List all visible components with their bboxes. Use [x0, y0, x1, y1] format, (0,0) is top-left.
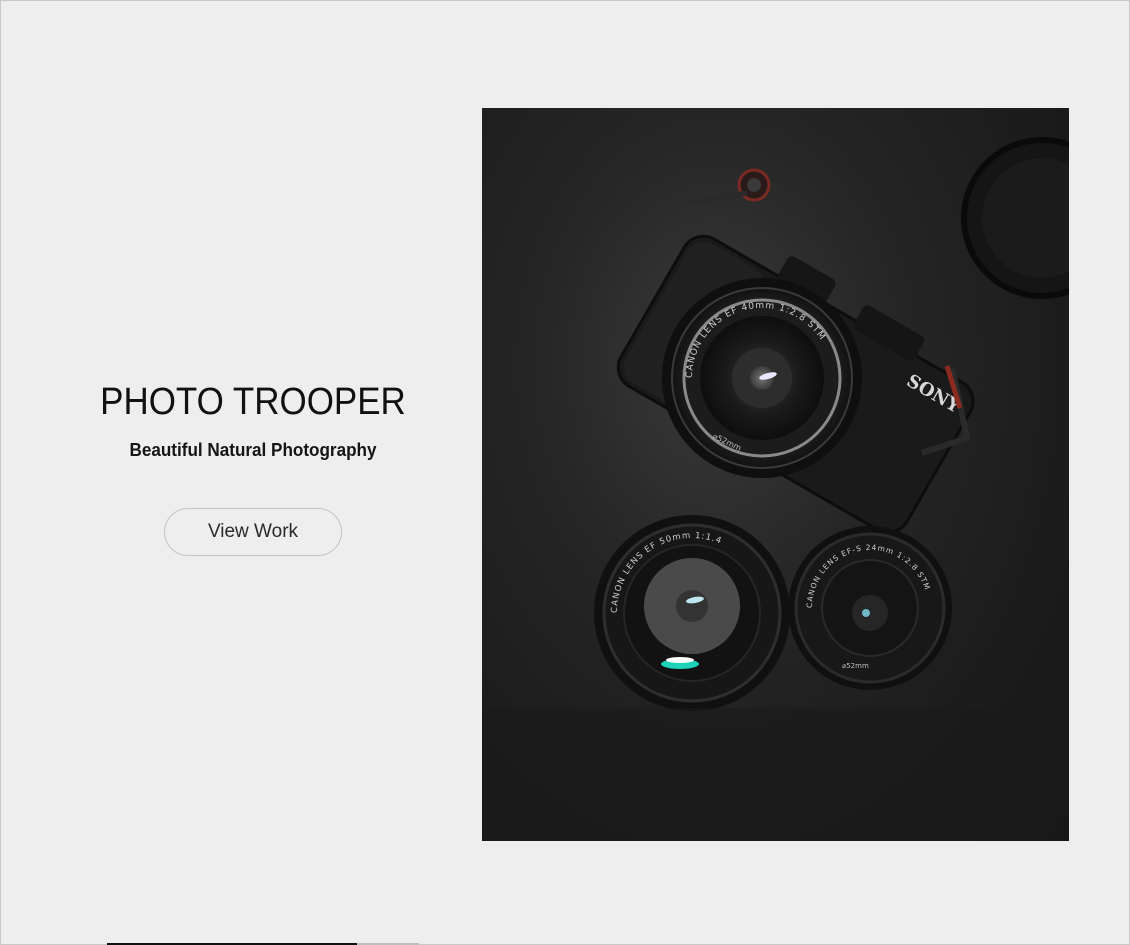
hero-photo-camera: SONY CANON LENS EF 40mm 1:2.8 STM ⌀52mm	[482, 108, 1069, 841]
lens-24mm-shape: CANON LENS EF-S 24mm 1:2.8 STM ⌀52mm	[788, 526, 952, 690]
page-frame: PHOTO TROOPER Beautiful Natural Photogra…	[0, 0, 1130, 945]
camera-illustration: SONY CANON LENS EF 40mm 1:2.8 STM ⌀52mm	[482, 137, 1069, 841]
hero-text-block: PHOTO TROOPER Beautiful Natural Photogra…	[53, 361, 453, 556]
hero-subtitle: Beautiful Natural Photography	[129, 440, 377, 460]
lens-24mm-filter-label: ⌀52mm	[842, 662, 869, 670]
view-work-button[interactable]: View Work	[164, 508, 342, 556]
lens-50mm-shape: CANON LENS EF 50mm 1:1.4	[594, 515, 790, 711]
main-lens-shape: CANON LENS EF 40mm 1:2.8 STM ⌀52mm	[662, 278, 862, 478]
hero-title: PHOTO TROOPER	[100, 381, 406, 423]
